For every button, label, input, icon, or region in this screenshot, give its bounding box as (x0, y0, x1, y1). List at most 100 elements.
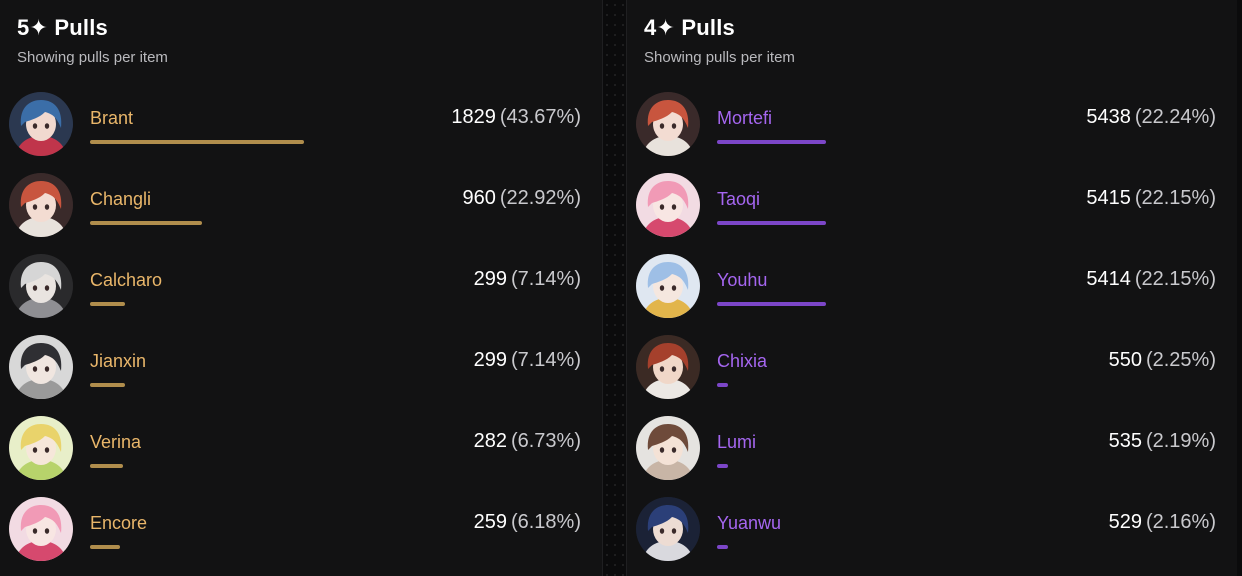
pull-count: 5414 (1086, 268, 1131, 290)
pull-percent: (7.14%) (510, 349, 581, 371)
red-hair-avatar (636, 92, 700, 156)
share-bar (717, 221, 826, 225)
avatar-image (636, 173, 700, 237)
four-star-panel: 4✦ Pulls Showing pulls per item Mortefi 5… (627, 0, 1237, 576)
item-row[interactable]: Taoqi 5415 (22.15%) (627, 171, 1237, 252)
avatar-image (636, 416, 700, 480)
share-bar (717, 464, 728, 468)
pull-count: 529 (1108, 511, 1142, 533)
item-row[interactable]: Lumi 535 (2.19%) (627, 414, 1237, 495)
item-row[interactable]: Brant 1829 (43.67%) (0, 90, 602, 171)
five-star-panel: 5✦ Pulls Showing pulls per item Brant 182… (0, 0, 602, 576)
pull-count: 5438 (1086, 106, 1131, 128)
avatar-image (9, 254, 73, 318)
pull-percent: (6.73%) (510, 430, 581, 452)
pull-stats-view: 5✦ Pulls Showing pulls per item Brant 182… (0, 0, 1242, 576)
pull-stat: 535 (2.19%) (1109, 430, 1216, 453)
pull-percent: (6.18%) (510, 511, 581, 533)
pull-stat: 1829 (43.67%) (451, 106, 581, 129)
pull-count: 550 (1108, 349, 1142, 371)
pull-percent: (2.19%) (1145, 430, 1216, 452)
blonde-hair-avatar (9, 416, 73, 480)
avatar-image (636, 92, 700, 156)
pink-hair-avatar (636, 173, 700, 237)
pull-percent: (22.24%) (1134, 106, 1216, 128)
navy-hair-avatar (636, 497, 700, 561)
item-list: Brant 1829 (43.67%) Changli 960 (22.92%) Calch… (0, 90, 602, 576)
avatar-image (9, 335, 73, 399)
pull-stat: 299 (7.14%) (474, 268, 581, 291)
avatar-image (636, 497, 700, 561)
white-hair-avatar (9, 254, 73, 318)
pull-count: 5415 (1086, 187, 1131, 209)
pull-stat: 282 (6.73%) (474, 430, 581, 453)
pull-count: 299 (473, 349, 507, 371)
pull-count: 299 (473, 268, 507, 290)
share-bar (90, 383, 125, 387)
share-bar (717, 383, 728, 387)
pull-count: 960 (462, 187, 496, 209)
pull-stat: 529 (2.16%) (1109, 511, 1216, 534)
item-row[interactable]: Yuanwu 529 (2.16%) (627, 495, 1237, 576)
item-row[interactable]: Youhu 5414 (22.15%) (627, 252, 1237, 333)
item-row[interactable]: Calcharo 299 (7.14%) (0, 252, 602, 333)
item-name: Brant (90, 108, 134, 128)
item-name: Youhu (717, 270, 768, 290)
red-hair-avatar (9, 173, 73, 237)
pull-percent: (22.15%) (1134, 268, 1216, 290)
avatar-image (636, 254, 700, 318)
pink-hair-avatar (9, 497, 73, 561)
item-name: Mortefi (717, 108, 773, 128)
pull-percent: (22.15%) (1134, 187, 1216, 209)
item-row[interactable]: Mortefi 5438 (22.24%) (627, 90, 1237, 171)
item-row[interactable]: Chixia 550 (2.25%) (627, 333, 1237, 414)
share-bar (90, 302, 125, 306)
pull-percent: (22.92%) (499, 187, 581, 209)
pull-count: 282 (473, 430, 507, 452)
share-bar (90, 140, 304, 144)
panel-divider (602, 0, 627, 576)
pull-stat: 5415 (22.15%) (1086, 187, 1216, 210)
avatar-image (9, 497, 73, 561)
item-name: Jianxin (90, 351, 147, 371)
avatar-image (9, 173, 73, 237)
avatar-image (9, 416, 73, 480)
pull-stat: 5438 (22.24%) (1086, 106, 1216, 129)
right-edge (1237, 0, 1242, 576)
panel-subtitle: Showing pulls per item (644, 49, 795, 66)
panel-subtitle: Showing pulls per item (17, 49, 168, 66)
item-row[interactable]: Encore 259 (6.18%) (0, 495, 602, 576)
dark-hair-avatar (9, 335, 73, 399)
avatar-image (636, 335, 700, 399)
share-bar (90, 221, 202, 225)
item-name: Lumi (717, 432, 757, 452)
pull-stat: 259 (6.18%) (474, 511, 581, 534)
item-name: Calcharo (90, 270, 163, 290)
share-bar (90, 464, 123, 468)
item-name: Encore (90, 513, 148, 533)
share-bar (717, 302, 826, 306)
pull-stat: 550 (2.25%) (1109, 349, 1216, 372)
item-name: Verina (90, 432, 142, 452)
blue-hair-avatar (9, 92, 73, 156)
panel-title: 5✦ Pulls (17, 15, 108, 40)
panel-title: 4✦ Pulls (644, 15, 735, 40)
pull-percent: (2.25%) (1145, 349, 1216, 371)
item-row[interactable]: Jianxin 299 (7.14%) (0, 333, 602, 414)
light-blue-hair-avatar (636, 254, 700, 318)
avatar-image (9, 92, 73, 156)
item-row[interactable]: Verina 282 (6.73%) (0, 414, 602, 495)
brown-hair-avatar (636, 416, 700, 480)
pull-count: 535 (1108, 430, 1142, 452)
pull-percent: (2.16%) (1145, 511, 1216, 533)
pull-stat: 960 (22.92%) (462, 187, 581, 210)
item-name: Taoqi (717, 189, 761, 209)
auburn-hair-avatar (636, 335, 700, 399)
item-name: Yuanwu (717, 513, 782, 533)
pull-count: 259 (473, 511, 507, 533)
item-name: Chixia (717, 351, 768, 371)
item-name: Changli (90, 189, 152, 209)
pull-count: 1829 (451, 106, 496, 128)
share-bar (90, 545, 120, 549)
item-row[interactable]: Changli 960 (22.92%) (0, 171, 602, 252)
